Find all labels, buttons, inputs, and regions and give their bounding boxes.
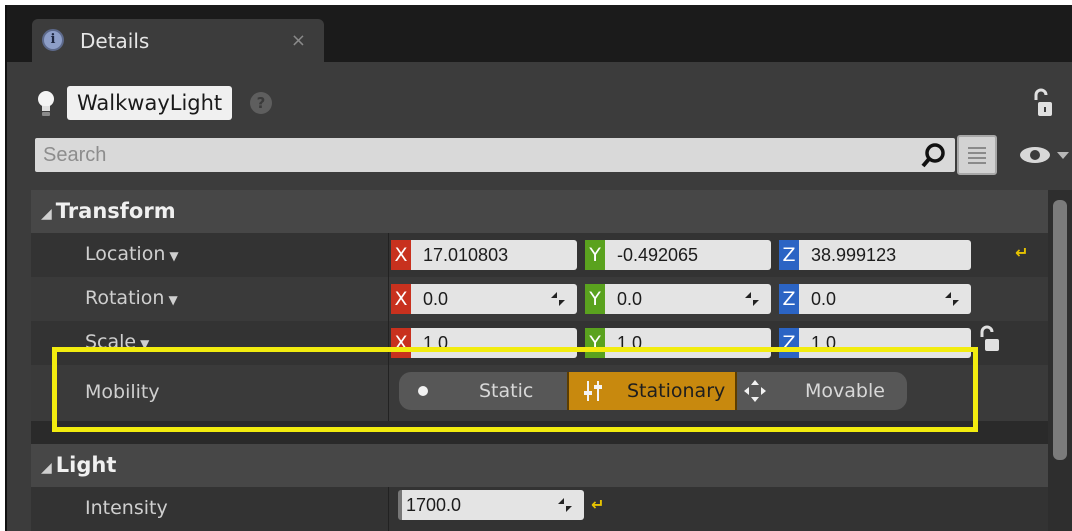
details-panel-window: i Details × WalkwayLight ? Search ◢ Tran… [5,5,1072,531]
search-box [35,138,955,172]
location-x[interactable]: X 17.010803 [391,240,577,270]
reset-arrow-icon[interactable]: ↵ [591,495,604,514]
details-content: WalkwayLight ? ◢Transform [7,62,1072,531]
category-label: Transform [55,199,176,223]
scrollbar-thumb[interactable] [1053,200,1067,460]
chevron-down-icon: ▼ [169,249,179,263]
category-light[interactable]: ◢ Light [31,444,1048,487]
property-label: Rotation ▼ [85,287,178,309]
collapse-arrow-icon: ◢ [41,206,52,222]
axis-tag-y: Y [585,240,605,270]
light-bulb-icon [38,91,54,116]
row-location: Location ▼ X 17.010803 Y -0.492065 Z 38.9… [31,233,1048,277]
row-rotation: Rotation ▼ X 0.0 Y 0.0 Z 0.0 [31,277,1048,321]
location-z-field[interactable]: 38.999123 [799,240,971,270]
location-y-field[interactable]: -0.492065 [605,240,771,270]
reset-arrow-icon[interactable]: ↵ [1015,243,1028,262]
actor-name-field[interactable]: WalkwayLight [67,86,233,120]
spin-arrow-icon[interactable] [558,498,572,512]
rotation-x[interactable]: X 0.0 [391,284,577,314]
property-label: Location ▼ [85,243,179,265]
eye-icon[interactable] [1015,142,1070,168]
location-x-field[interactable]: 17.010803 [411,240,577,270]
spin-arrow-icon[interactable] [745,292,759,306]
category-label: Light [55,453,117,477]
location-y[interactable]: Y -0.492065 [585,240,771,270]
intensity-field[interactable]: 1700.0 [398,490,584,520]
axis-tag-x: X [391,240,411,270]
location-z[interactable]: Z 38.999123 [779,240,971,270]
view-options-icon[interactable] [957,135,997,175]
axis-tag-z: Z [779,240,799,270]
search-input[interactable] [35,138,905,172]
tab-details[interactable]: i Details × [32,19,324,64]
tab-strip: i Details × [7,5,1072,64]
help-icon[interactable]: ? [250,92,272,114]
spin-arrow-icon[interactable] [945,292,959,306]
spin-arrow-icon[interactable] [551,292,565,306]
lock-icon[interactable] [1032,88,1054,118]
rotation-y[interactable]: Y 0.0 [585,284,771,314]
lock-icon[interactable] [979,325,1001,353]
details-icon: i [42,29,64,51]
mobility-highlight-box [52,347,978,432]
scrollbar[interactable] [1048,190,1072,531]
tab-title: Details [80,29,150,53]
chevron-down-icon: ▼ [168,293,178,307]
property-label: Intensity [85,497,168,519]
rotation-z[interactable]: Z 0.0 [779,284,971,314]
collapse-arrow-icon: ◢ [41,460,52,476]
close-icon[interactable]: × [291,32,306,50]
category-transform[interactable]: ◢ Transform [31,190,1048,233]
search-icon[interactable] [921,142,947,168]
